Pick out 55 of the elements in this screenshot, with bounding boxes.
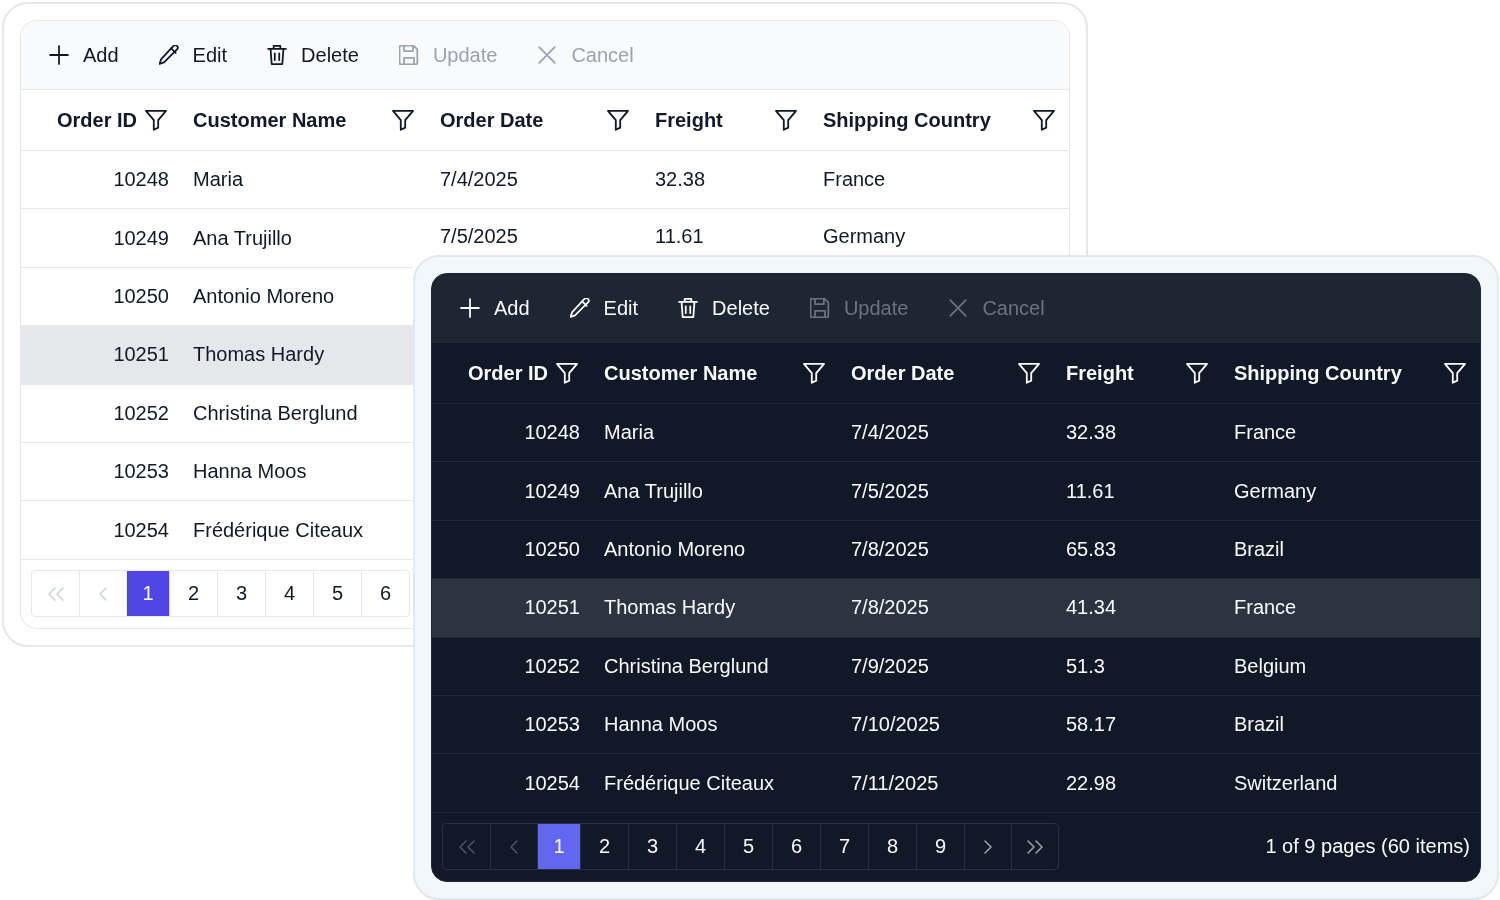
column-header[interactable]: Order Date bbox=[440, 108, 544, 132]
page-button[interactable]: 2 bbox=[580, 824, 628, 870]
delete-button[interactable]: Delete bbox=[257, 37, 369, 73]
double-chevron-left-icon bbox=[47, 585, 64, 602]
filter-icon[interactable] bbox=[1033, 109, 1055, 131]
close-icon bbox=[537, 45, 558, 65]
page-button[interactable]: 6 bbox=[772, 824, 820, 870]
table-cell[interactable]: 41.34 bbox=[1054, 579, 1222, 637]
column-header[interactable]: Order ID bbox=[467, 361, 548, 385]
table-cell[interactable]: 7/8/2025 bbox=[839, 579, 1054, 637]
edit-button[interactable]: Edit bbox=[559, 290, 649, 326]
page-button[interactable]: 7 bbox=[820, 824, 868, 870]
page-button[interactable]: 5 bbox=[724, 824, 772, 870]
column-header[interactable]: Customer Name bbox=[193, 108, 347, 132]
filter-icon[interactable] bbox=[145, 109, 167, 131]
plus-icon bbox=[460, 298, 480, 318]
pencil-icon bbox=[158, 45, 179, 65]
page-button[interactable]: 2 bbox=[169, 571, 217, 617]
double-chevron-right-icon bbox=[1027, 838, 1043, 855]
page-button[interactable]: 4 bbox=[265, 571, 313, 617]
add-button[interactable]: Add bbox=[39, 37, 129, 73]
column-header[interactable]: Shipping Country bbox=[823, 108, 991, 132]
filter-icon[interactable] bbox=[775, 109, 797, 131]
filter-icon[interactable] bbox=[392, 109, 414, 131]
close-icon bbox=[948, 298, 969, 318]
page-button[interactable]: 9 bbox=[916, 824, 964, 870]
table-cell[interactable]: 10251 bbox=[21, 326, 181, 384]
trash-icon bbox=[678, 298, 699, 318]
table-cell[interactable]: Thomas Hardy bbox=[181, 326, 413, 384]
page-button[interactable]: 3 bbox=[217, 571, 265, 617]
page-button[interactable]: 5 bbox=[313, 571, 361, 617]
pencil-icon bbox=[569, 298, 590, 318]
filter-icon[interactable] bbox=[607, 109, 629, 131]
plus-icon bbox=[49, 45, 69, 65]
column-header[interactable]: Shipping Country bbox=[1234, 361, 1402, 385]
table-cell[interactable]: 10251 bbox=[432, 579, 592, 637]
column-header[interactable]: Order Date bbox=[851, 361, 955, 385]
page-button[interactable]: 1 bbox=[537, 824, 580, 870]
delete-button[interactable]: Delete bbox=[668, 290, 780, 326]
page-button[interactable]: 4 bbox=[676, 824, 724, 870]
pager-info: 1 of 9 pages (60 items) bbox=[1265, 835, 1470, 859]
trash-icon bbox=[267, 45, 288, 65]
column-header[interactable]: Freight bbox=[655, 108, 723, 132]
page-button[interactable]: 3 bbox=[628, 824, 676, 870]
column-header[interactable]: Customer Name bbox=[604, 361, 758, 385]
column-header[interactable]: Order ID bbox=[56, 108, 137, 132]
double-chevron-left-icon bbox=[458, 838, 475, 855]
edit-button[interactable]: Edit bbox=[148, 37, 238, 73]
page-button[interactable]: 8 bbox=[868, 824, 916, 870]
add-button[interactable]: Add bbox=[450, 290, 540, 326]
table-cell[interactable]: Thomas Hardy bbox=[592, 579, 839, 637]
column-header[interactable]: Freight bbox=[1066, 361, 1134, 385]
page-button[interactable]: 6 bbox=[361, 571, 409, 617]
table-cell[interactable]: France bbox=[1222, 579, 1480, 637]
page-button[interactable]: 1 bbox=[126, 571, 169, 617]
